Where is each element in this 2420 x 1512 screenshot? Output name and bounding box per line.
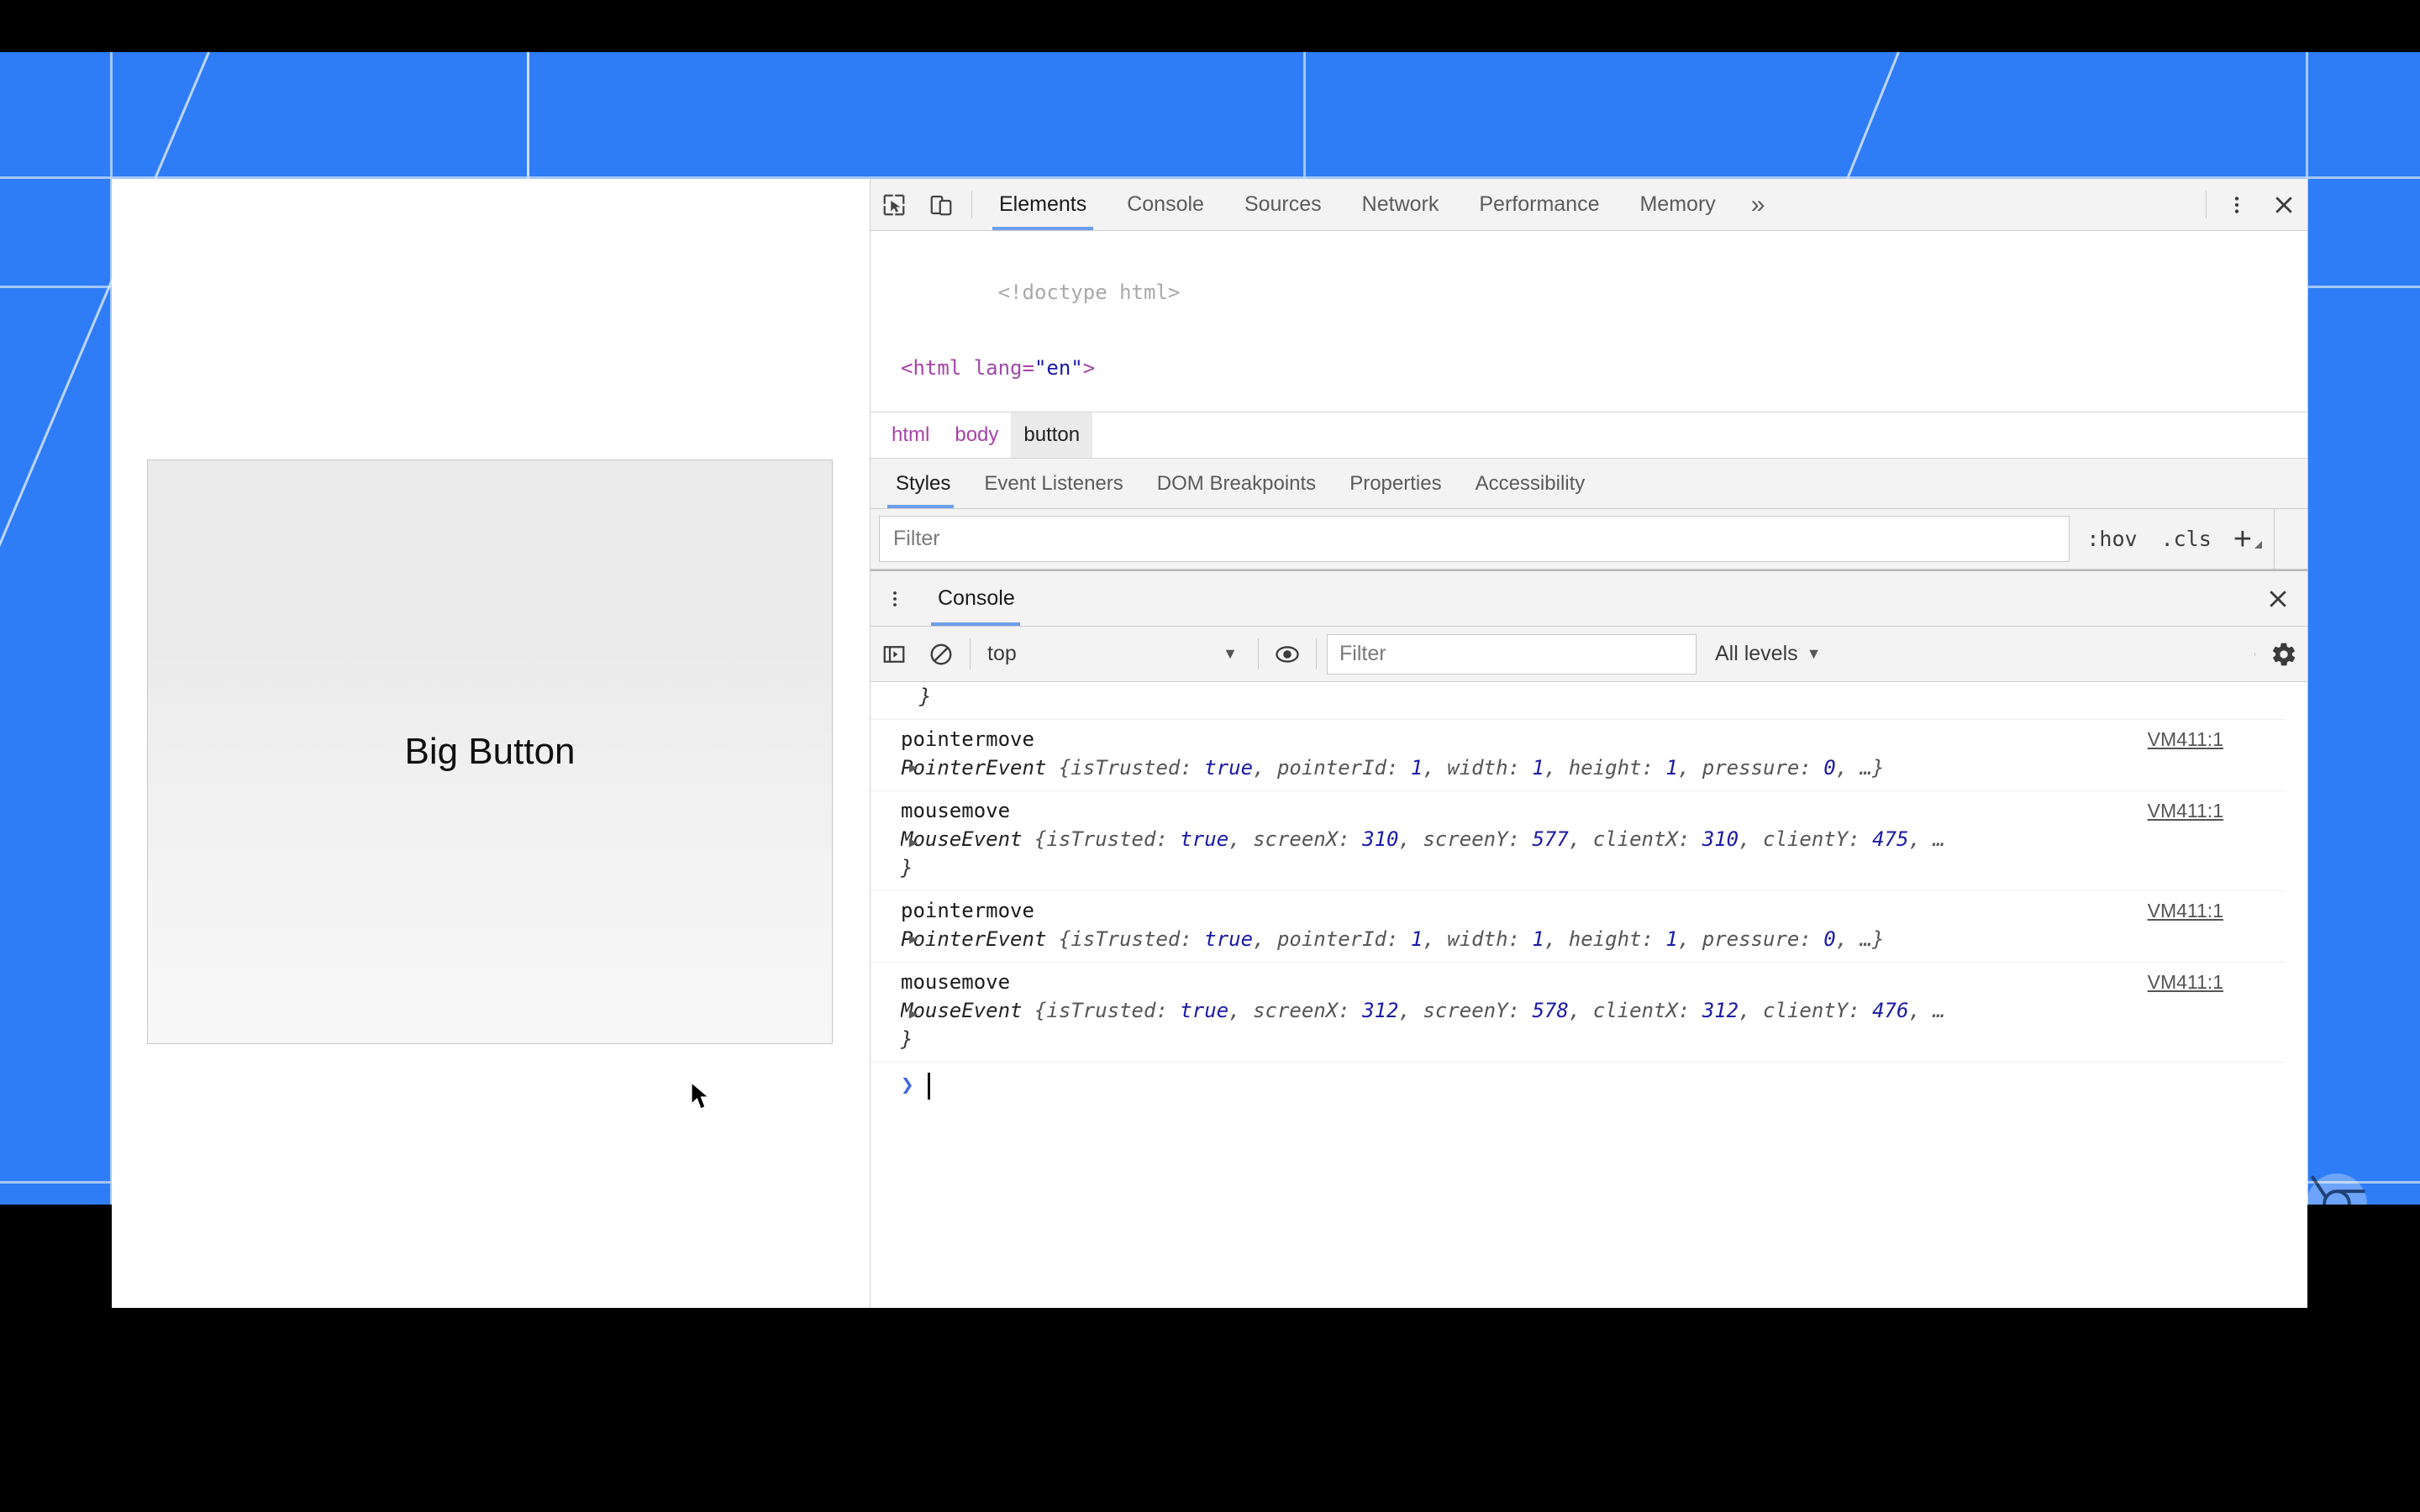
chrome-logo-icon	[2307, 1173, 2367, 1205]
chevron-down-icon: ▼	[1223, 645, 1238, 662]
tab-dom-breakpoints[interactable]: DOM Breakpoints	[1140, 459, 1333, 508]
tab-console[interactable]: Console	[1107, 179, 1224, 230]
console-message-source[interactable]: VM411:1	[2148, 896, 2223, 925]
console-scrollbar[interactable]	[2286, 682, 2307, 1308]
breadcrumb-button[interactable]: button	[1011, 412, 1093, 458]
plus-icon: +	[2233, 521, 2252, 557]
devtools-tab-strip: Elements Console Sources Network Perform…	[979, 179, 1780, 230]
expand-triangle-icon[interactable]: ▶	[909, 753, 918, 782]
gear-icon[interactable]	[2260, 641, 2307, 668]
console-filter-input[interactable]	[1327, 633, 1697, 675]
console-toolbar-divider	[2254, 652, 2255, 656]
drawer-tab-console[interactable]: Console	[919, 571, 1034, 626]
console-message-object: PointerEvent {isTrusted: true, pointerId…	[901, 756, 1885, 780]
console-message[interactable]: mousemove ▶ MouseEvent {isTrusted: true,…	[871, 791, 2307, 891]
console-toolbar-divider	[1316, 638, 1317, 669]
console-message-label: mousemove	[901, 970, 1011, 994]
text-caret	[927, 1073, 930, 1100]
console-context-select[interactable]: top ▼	[976, 642, 1253, 666]
tab-performance[interactable]: Performance	[1459, 179, 1619, 230]
tab-accessibility[interactable]: Accessibility	[1459, 459, 1602, 508]
devtools-panel: Elements Console Sources Network Perform…	[870, 179, 2307, 1308]
console-message[interactable]: pointermove ▶ PointerEvent {isTrusted: t…	[871, 720, 2307, 791]
devtools-toolbar-right	[2199, 179, 2307, 230]
console-message[interactable]: }	[871, 682, 2307, 720]
drawer-kebab-menu-icon[interactable]	[871, 571, 919, 626]
caret-icon	[2254, 540, 2262, 549]
prompt-chevron-icon: ❯	[901, 1073, 914, 1098]
breadcrumb-html[interactable]: html	[879, 412, 942, 458]
console-message-source[interactable]: VM411:1	[2148, 796, 2223, 825]
console-context-value: top	[987, 642, 1017, 665]
expand-triangle-icon[interactable]: ▶	[909, 828, 918, 857]
styles-filter-row: :hov .cls +	[871, 509, 2307, 570]
console-drawer: Console top ▼ Filter All levels ▼} poin…	[871, 570, 2307, 1308]
dom-node-doctype[interactable]: <!doctype html>	[871, 236, 2307, 349]
close-icon[interactable]	[2260, 179, 2307, 230]
expand-triangle-icon[interactable]: ▶	[909, 925, 918, 953]
styles-filter-spacer	[2274, 509, 2307, 569]
console-toolbar-divider	[1258, 638, 1259, 669]
live-expression-icon[interactable]	[1264, 643, 1311, 666]
console-message-object: PointerEvent {isTrusted: true, pointerId…	[901, 927, 1885, 951]
kebab-menu-icon[interactable]	[2213, 179, 2260, 230]
tab-event-listeners[interactable]: Event Listeners	[967, 459, 1139, 508]
toolbar-divider	[971, 191, 972, 218]
dom-tree[interactable]: <!doctype html> <html lang="en"> ▶ <head…	[871, 231, 2307, 412]
device-toolbar-icon[interactable]	[918, 179, 965, 230]
toggle-hover-state-button[interactable]: :hov	[2075, 527, 2149, 551]
tab-styles[interactable]: Styles	[879, 459, 967, 508]
tab-memory[interactable]: Memory	[1619, 179, 1735, 230]
console-log-level-value: All levels	[1715, 642, 1798, 665]
dom-node-html[interactable]: <html lang="en">	[871, 349, 2307, 387]
console-sidebar-icon[interactable]	[871, 642, 918, 667]
new-style-rule-button[interactable]: +	[2223, 523, 2269, 555]
console-message[interactable]: pointermove ▶ PointerEvent {isTrusted: t…	[871, 891, 2307, 963]
console-message-list[interactable]: } pointermove ▶ PointerEvent {isTrusted:…	[871, 682, 2307, 1308]
console-message-label: pointermove	[901, 727, 1034, 751]
screen: Big Button Elements Console Sources Netw…	[0, 0, 2420, 1512]
tab-network[interactable]: Network	[1342, 179, 1460, 230]
chevron-down-icon: ▼	[1806, 645, 1822, 662]
big-button[interactable]: Big Button	[147, 459, 833, 1044]
console-message-label: pointermove	[901, 899, 1034, 922]
breadcrumb: html body button	[871, 412, 2307, 459]
tab-properties[interactable]: Properties	[1333, 459, 1458, 508]
tab-sources[interactable]: Sources	[1224, 179, 1342, 230]
console-toolbar: top ▼ All levels ▼	[871, 627, 2307, 682]
styles-sidebar-tab-strip: Styles Event Listeners DOM Breakpoints P…	[871, 459, 2307, 509]
console-toolbar-divider	[970, 638, 971, 669]
toggle-class-button[interactable]: .cls	[2149, 527, 2223, 551]
dom-node-head[interactable]: ▶ <head>…</head>	[871, 387, 2307, 412]
drawer-close-icon[interactable]	[2249, 571, 2307, 626]
console-message-source[interactable]: VM411:1	[2148, 725, 2223, 753]
tab-elements[interactable]: Elements	[979, 179, 1107, 230]
console-message[interactable]: mousemove ▶ MouseEvent {isTrusted: true,…	[871, 963, 2307, 1063]
clear-console-icon[interactable]	[918, 642, 965, 667]
more-tabs-button[interactable]: »	[1736, 179, 1781, 230]
console-log-level-select[interactable]: All levels ▼	[1702, 642, 1834, 666]
inspect-cursor-icon[interactable]	[871, 179, 918, 230]
devtools-toolbar: Elements Console Sources Network Perform…	[871, 179, 2307, 231]
console-message-object: MouseEvent {isTrusted: true, screenX: 31…	[901, 827, 1945, 851]
drawer-tab-bar: Console	[871, 571, 2307, 627]
rendered-page: Big Button	[112, 179, 868, 1308]
mouse-cursor-icon	[691, 1082, 710, 1110]
console-toolbar-right	[2249, 641, 2307, 668]
breadcrumb-body[interactable]: body	[942, 412, 1011, 458]
toolbar-divider	[2206, 191, 2207, 218]
styles-filter-input[interactable]	[879, 516, 2070, 562]
console-prompt[interactable]: ❯	[871, 1063, 2307, 1100]
styles-filter-actions: :hov .cls +	[2070, 509, 2274, 569]
console-message-object: MouseEvent {isTrusted: true, screenX: 31…	[901, 999, 1945, 1022]
console-message-source[interactable]: VM411:1	[2148, 968, 2223, 996]
expand-triangle-icon[interactable]: ▶	[909, 1000, 918, 1028]
console-message-label: mousemove	[901, 799, 1011, 822]
